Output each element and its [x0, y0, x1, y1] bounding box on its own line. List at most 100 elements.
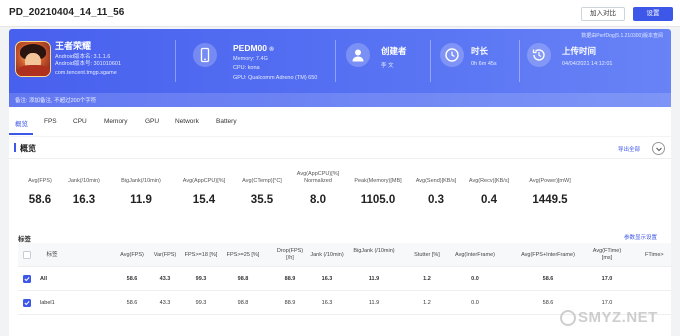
table-cell: 16.3 [321, 300, 333, 306]
metric-value: 11.9 [130, 194, 152, 206]
clock-icon [440, 43, 464, 67]
device-gpu: GPU: Qualcomm Adreno (TM) 650 [233, 75, 318, 81]
metric-label: Avg(AppCPU)[%] [182, 178, 226, 184]
check-icon [24, 277, 30, 282]
tab-cpu[interactable]: CPU [73, 118, 87, 125]
column-header: FPS>=18 [%] [184, 252, 218, 258]
divider [175, 40, 176, 82]
row-checkbox[interactable] [23, 299, 31, 307]
column-header: 标签 [46, 252, 58, 258]
device-cpu: CPU: kona [233, 65, 260, 71]
metric-label: Avg(Power)[mW] [529, 178, 571, 184]
tab-network[interactable]: Network [175, 118, 199, 125]
tag-section-label: 标签 [18, 236, 31, 243]
perfdog-version-note: 数据由PerfDog(5.1.210300)版本查阅 [581, 33, 663, 39]
watermark-text: SMYZ.NET [578, 309, 658, 326]
table-row[interactable]: All 58.6 43.3 99.3 98.8 88.9 16.3 11.9 1… [18, 267, 671, 291]
note-text[interactable]: 备注: 添加备注, 不超过200个字符 [15, 96, 96, 104]
tab-memory[interactable]: Memory [104, 118, 127, 125]
upload-time-title: 上传时间 [562, 46, 597, 56]
column-header: FTime> [645, 252, 664, 258]
table-cell: 11.9 [368, 300, 380, 306]
tab-battery[interactable]: Battery [216, 118, 237, 125]
duration-value: 0h 6m 45s [471, 61, 497, 67]
column-header: Avg(FPS) [120, 252, 144, 258]
table-header: 标签 Avg(FPS) Var(FPS) FPS>=18 [%] FPS>=25… [18, 243, 671, 267]
column-header: BigJank (/10min) [353, 248, 395, 254]
select-all-checkbox[interactable] [23, 251, 31, 259]
row-label: label1 [40, 300, 55, 306]
table-cell: 58.6 [126, 300, 138, 306]
table-cell: 99.3 [195, 300, 207, 306]
table-cell: 99.3 [195, 276, 207, 282]
note-bar[interactable]: 备注: 添加备注, 不超过200个字符 [9, 93, 671, 107]
divider [519, 40, 520, 82]
table-cell: 43.3 [159, 276, 171, 282]
table-cell: 11.9 [368, 276, 380, 282]
table-cell: 0.0 [471, 276, 479, 282]
duration-title: 时长 [471, 46, 489, 56]
settings-button[interactable]: 设置 [633, 7, 673, 21]
metric-label: Peak(Memory)[MB] [354, 178, 402, 184]
metric-value: 1449.5 [532, 194, 568, 206]
tab-overview[interactable]: 概览 [15, 118, 28, 128]
metric-label: Avg(AppCPU)[%] Normalized [296, 171, 340, 184]
tab-gpu[interactable]: GPU [145, 118, 159, 125]
divider [430, 40, 431, 82]
divider [335, 40, 336, 82]
row-label: All [40, 276, 48, 282]
table-cell: 88.9 [284, 276, 296, 282]
creator-title: 创建者 [381, 46, 407, 56]
upload-time-value: 04/04/2021 14:12:01 [562, 61, 613, 67]
add-compare-button[interactable]: 加入对比 [581, 7, 625, 21]
creator-value: 李 文 [381, 63, 394, 69]
metric-label: Avg(CTemp)[°C] [242, 178, 282, 184]
site-watermark: SMYZ.NET [560, 307, 670, 329]
row-checkbox[interactable] [23, 275, 31, 283]
collapse-button[interactable] [652, 142, 665, 155]
table-cell: 0.0 [471, 300, 479, 306]
table-cell: 1.2 [423, 300, 431, 306]
table-cell: 1.2 [423, 276, 431, 282]
table-cell: 88.9 [284, 300, 296, 306]
table-cell: 58.6 [542, 276, 554, 282]
metric-label: Jank(/10min) [68, 178, 100, 184]
table-cell: 17.0 [601, 276, 613, 282]
column-header: Avg(InterFrame) [455, 252, 495, 258]
section-title: 概览 [20, 144, 36, 153]
table-cell: 17.0 [601, 300, 613, 306]
column-header: Avg(FTime) [ms] [592, 248, 622, 261]
param-display-settings-link[interactable]: 参数显示设置 [624, 233, 657, 241]
watermark-logo-icon [560, 310, 576, 326]
table-cell: 43.3 [159, 300, 171, 306]
device-memory: Memory: 7.4G [233, 56, 268, 62]
check-icon [24, 301, 30, 306]
table-cell: 58.6 [126, 276, 138, 282]
tab-bar: 概览 FPS CPU Memory GPU Network Battery [9, 107, 671, 136]
device-name: PEDM00 ® [233, 43, 274, 53]
column-header: Stutter [%] [414, 252, 440, 258]
column-header: FPS>=25 [%] [226, 252, 260, 258]
metric-label: BigJank(/10min) [121, 178, 161, 184]
metric-value: 1105.0 [360, 194, 396, 206]
tab-fps[interactable]: FPS [44, 118, 57, 125]
history-icon [527, 43, 551, 67]
column-header: Var(FPS) [153, 252, 177, 258]
app-version-code: Android版本号: 301010601 [55, 61, 122, 67]
session-banner: 数据由PerfDog(5.1.210300)版本查阅 王者荣耀 Android版… [9, 29, 671, 107]
active-tab-indicator [9, 133, 33, 135]
metric-value: 15.4 [192, 194, 216, 206]
user-icon [346, 43, 370, 67]
metric-value: 8.0 [310, 194, 326, 206]
phone-icon [193, 43, 217, 67]
page-title: PD_20210404_14_11_56 [9, 7, 125, 18]
table-cell: 98.8 [237, 300, 249, 306]
table-cell: 16.3 [321, 276, 333, 282]
app-name: 王者荣耀 [55, 41, 92, 51]
metric-label: Avg(Recv)[KB/s] [468, 178, 510, 184]
column-header: Avg(FPS+InterFrame) [521, 252, 575, 258]
column-header: Drop(FPS) [/h] [276, 248, 304, 261]
table-cell: 98.8 [237, 276, 249, 282]
metric-value: 35.5 [250, 194, 274, 206]
export-all-link[interactable]: 导出全部 [618, 145, 640, 153]
